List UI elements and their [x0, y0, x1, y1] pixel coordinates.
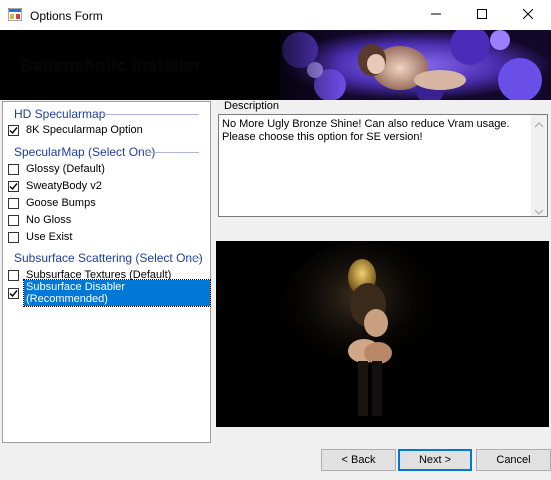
- checkbox-unchecked-icon[interactable]: [8, 214, 19, 226]
- checkbox-unchecked-icon[interactable]: [8, 163, 19, 175]
- option-label: Use Exist: [26, 231, 73, 243]
- option-label: Goose Bumps: [26, 197, 96, 209]
- window-title: Options Form: [30, 9, 103, 23]
- back-button[interactable]: < Back: [321, 449, 396, 471]
- section-divider: [189, 258, 201, 259]
- option-label: 8K Specularmap Option: [26, 124, 143, 136]
- minimize-icon: [431, 9, 441, 22]
- close-icon: [522, 8, 534, 22]
- option-label-selected: Subsurface Disabler (Recommended): [23, 279, 211, 307]
- option-goose-bumps[interactable]: Goose Bumps: [8, 195, 98, 211]
- next-button[interactable]: Next >: [398, 449, 472, 471]
- cancel-button[interactable]: Cancel: [476, 449, 551, 471]
- option-no-gloss[interactable]: No Gloss: [8, 212, 73, 228]
- scroll-down-icon[interactable]: [534, 206, 544, 218]
- maximize-icon: [477, 8, 487, 22]
- scroll-up-icon[interactable]: [534, 119, 544, 131]
- option-8k-specularmap[interactable]: 8K Specularmap Option: [8, 122, 145, 138]
- checkbox-checked-icon[interactable]: [8, 180, 19, 192]
- option-glossy[interactable]: Glossy (Default): [8, 161, 107, 177]
- title-bar: Options Form: [0, 0, 551, 31]
- checkbox-checked-icon[interactable]: [8, 287, 19, 299]
- option-subsurface-disabler[interactable]: Subsurface Disabler (Recommended): [8, 279, 211, 307]
- option-use-exist[interactable]: Use Exist: [8, 229, 74, 245]
- option-label: Glossy (Default): [26, 163, 105, 175]
- options-panel: HD Specularmap 8K Specularmap Option Spe…: [2, 101, 211, 443]
- section-title-specularmap: SpecularMap (Select One): [14, 145, 156, 159]
- option-label: No Gloss: [26, 214, 72, 226]
- checkbox-unchecked-icon[interactable]: [8, 197, 19, 209]
- description-label: Description: [224, 100, 280, 112]
- preview-figure-image: [216, 241, 549, 427]
- section-title-subsurface: Subsurface Scattering (Select One): [14, 251, 203, 265]
- description-scrollbar[interactable]: [531, 115, 547, 216]
- option-label: SweatyBody v2: [26, 180, 102, 192]
- description-text: No More Ugly Bronze Shine! Can also redu…: [222, 118, 510, 143]
- description-textbox[interactable]: No More Ugly Bronze Shine! Can also redu…: [218, 114, 548, 217]
- header-banner: Bananaholic Installer: [0, 30, 551, 100]
- preview-image: [216, 241, 549, 427]
- minimize-button[interactable]: [413, 0, 459, 30]
- app-icon: [7, 7, 23, 22]
- section-title-hd-specularmap: HD Specularmap: [14, 107, 106, 121]
- checkbox-unchecked-icon[interactable]: [8, 231, 19, 243]
- maximize-button[interactable]: [459, 0, 505, 30]
- section-divider: [103, 114, 199, 115]
- section-divider: [145, 152, 199, 153]
- close-button[interactable]: [505, 0, 551, 30]
- option-sweatybody[interactable]: SweatyBody v2: [8, 178, 104, 194]
- header-title: Bananaholic Installer: [20, 56, 202, 75]
- checkbox-unchecked-icon[interactable]: [8, 269, 19, 281]
- checkbox-checked-icon[interactable]: [8, 124, 19, 136]
